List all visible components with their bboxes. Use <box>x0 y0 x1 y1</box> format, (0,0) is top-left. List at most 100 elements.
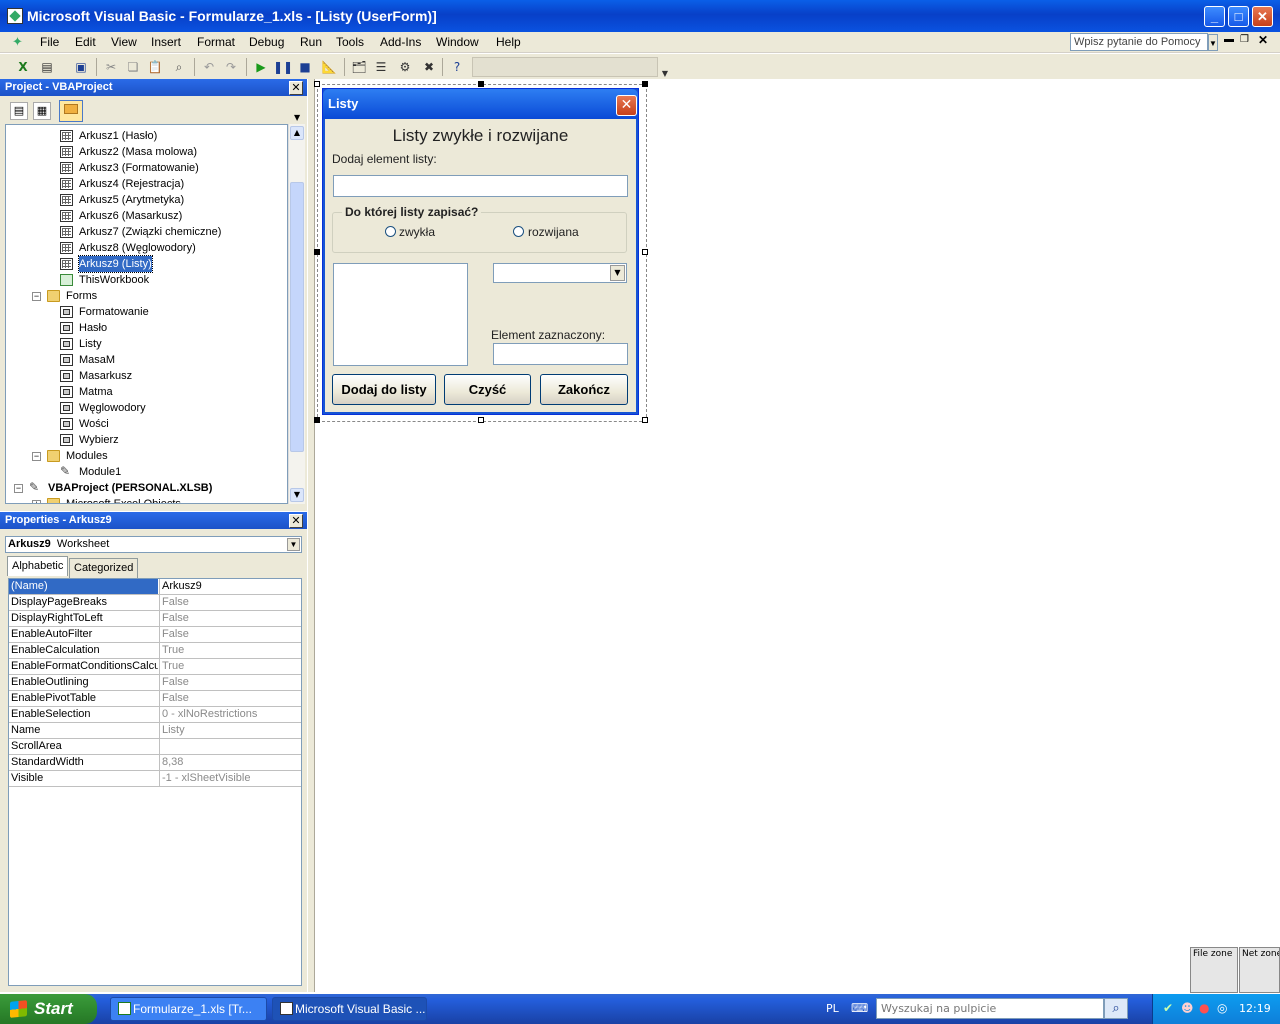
close-button[interactable]: ✕ <box>1252 6 1273 27</box>
scroll-up-icon[interactable]: ▲ <box>290 126 304 140</box>
minimize-button[interactable]: _ <box>1204 6 1225 27</box>
property-value[interactable]: Listy <box>159 723 301 738</box>
resize-handle-r[interactable] <box>642 249 648 255</box>
clear-button[interactable]: Czyść <box>444 374 531 405</box>
tree-item[interactable]: Wości <box>60 416 109 432</box>
tree-scrollbar[interactable]: ▲ ▼ <box>288 124 305 504</box>
resize-handle-bl[interactable] <box>314 417 320 423</box>
menu-insert[interactable]: Insert <box>151 35 181 49</box>
property-row[interactable]: Name Listy <box>9 723 301 739</box>
find-icon[interactable]: ⌕ <box>170 58 188 76</box>
menu-debug[interactable]: Debug <box>249 35 284 49</box>
element-input[interactable] <box>333 175 628 197</box>
userform-listy[interactable]: Listy ✕ Listy zwykłe i rozwijane Dodaj e… <box>322 88 639 415</box>
tree-item[interactable]: + Microsoft Excel Objects <box>32 496 181 503</box>
add-to-list-button[interactable]: Dodaj do listy <box>332 374 436 405</box>
vba-app-icon[interactable] <box>7 8 23 24</box>
property-value[interactable]: 0 - xlNoRestrictions <box>159 707 301 722</box>
project-toolbar-dropdown-icon[interactable]: ▼ <box>294 113 300 122</box>
combo-chevron-icon[interactable]: ▼ <box>610 265 625 281</box>
combobox[interactable]: ▼ <box>493 263 627 283</box>
help-icon[interactable]: ? <box>448 58 466 76</box>
tree-item[interactable]: Arkusz5 (Arytmetyka) <box>60 192 184 208</box>
task-excel[interactable]: Formularze_1.xls [Tr... <box>110 997 267 1021</box>
tree-item[interactable]: Masarkusz <box>60 368 132 384</box>
redo-icon[interactable]: ↷ <box>222 58 240 76</box>
property-value[interactable]: False <box>159 611 301 626</box>
tree-item[interactable]: − VBAProject (PERSONAL.XLSB) <box>14 479 212 496</box>
tray-antivirus-icon[interactable]: ☻ <box>1181 1001 1194 1015</box>
property-row[interactable]: ScrollArea <box>9 739 301 755</box>
selected-element-field[interactable] <box>493 343 628 365</box>
object-browser-icon[interactable]: ⚙ <box>396 58 414 76</box>
toggle-folders-icon[interactable] <box>59 100 83 122</box>
property-row[interactable]: EnablePivotTable False <box>9 691 301 707</box>
tree-item[interactable]: Arkusz4 (Rejestracja) <box>60 176 184 192</box>
view-code-icon[interactable]: ▤ <box>10 102 28 120</box>
menu-window[interactable]: Window <box>436 35 479 49</box>
run-icon[interactable]: ▶ <box>252 58 270 76</box>
tree-item[interactable]: − Modules <box>32 448 108 464</box>
finish-button[interactable]: Zakończ <box>540 374 628 405</box>
properties-close-icon[interactable]: ✕ <box>289 514 303 528</box>
search-icon[interactable]: ⌕ <box>1104 998 1128 1019</box>
excel-icon[interactable]: X <box>14 58 32 76</box>
resize-handle-b[interactable] <box>478 417 484 423</box>
menu-edit[interactable]: Edit <box>75 35 96 49</box>
property-row[interactable]: EnableCalculation True <box>9 643 301 659</box>
start-button[interactable]: Start <box>0 994 97 1024</box>
mdi-close-icon[interactable]: ✕ <box>1258 33 1268 47</box>
insert-userform-icon[interactable]: ▤ <box>38 58 56 76</box>
property-value[interactable]: False <box>159 691 301 706</box>
paste-icon[interactable]: 📋 <box>146 58 164 76</box>
property-value[interactable] <box>159 739 301 754</box>
collapse-icon[interactable]: − <box>32 451 41 461</box>
menu-add-ins[interactable]: Add-Ins <box>380 35 421 49</box>
object-selector[interactable]: Arkusz9 Worksheet ▼ <box>5 536 302 553</box>
undo-icon[interactable]: ↶ <box>200 58 218 76</box>
keyboard-icon[interactable]: ⌨ <box>851 1001 868 1015</box>
chevron-down-icon[interactable]: ▼ <box>287 538 300 551</box>
view-object-icon[interactable]: ▦ <box>33 102 51 120</box>
menu-view[interactable]: View <box>111 35 137 49</box>
tray-update-icon[interactable]: ✔ <box>1163 1001 1173 1015</box>
tray-network-icon[interactable]: ◎ <box>1217 1001 1227 1015</box>
tree-item[interactable]: MasaM <box>60 352 115 368</box>
reset-icon[interactable]: ■ <box>296 58 314 76</box>
tree-item[interactable]: Arkusz2 (Masa molowa) <box>60 144 197 160</box>
tree-item[interactable]: Arkusz9 (Listy) <box>60 255 153 273</box>
scroll-down-icon[interactable]: ▼ <box>290 488 304 502</box>
tab-alphabetic[interactable]: Alphabetic <box>7 556 69 576</box>
design-mode-icon[interactable]: 📐 <box>320 58 338 76</box>
properties-window-icon[interactable]: ☰ <box>372 58 390 76</box>
radio-rozwijana[interactable] <box>513 226 524 237</box>
menu-help[interactable]: Help <box>496 35 521 49</box>
tree-item[interactable]: Węglowodory <box>60 400 146 416</box>
tree-item[interactable]: Arkusz1 (Hasło) <box>60 128 157 144</box>
tree-item[interactable]: Arkusz8 (Węglowodory) <box>60 240 196 256</box>
property-row[interactable]: DisplayPageBreaks False <box>9 595 301 611</box>
property-row[interactable]: EnableOutlining False <box>9 675 301 691</box>
tree-item[interactable]: Matma <box>60 384 113 400</box>
file-zone-widget[interactable]: File zone <box>1190 947 1238 993</box>
tree-item[interactable]: Arkusz7 (Związki chemiczne) <box>60 224 221 240</box>
resize-handle-br[interactable] <box>642 417 648 423</box>
collapse-icon[interactable]: − <box>32 291 41 301</box>
scroll-thumb[interactable] <box>290 182 304 452</box>
property-row[interactable]: DisplayRightToLeft False <box>9 611 301 627</box>
menu-file[interactable]: File <box>40 35 59 49</box>
tree-item[interactable]: − Forms <box>32 288 97 304</box>
form-close-icon[interactable]: ✕ <box>616 95 637 116</box>
menu-tools[interactable]: Tools <box>336 35 364 49</box>
tree-item[interactable]: Hasło <box>60 320 107 336</box>
property-row[interactable]: (Name) Arkusz9 <box>9 579 301 595</box>
listbox[interactable] <box>333 263 468 366</box>
property-value[interactable]: -1 - xlSheetVisible <box>159 771 301 786</box>
cut-icon[interactable]: ✂ <box>102 58 120 76</box>
help-search-input[interactable]: Wpisz pytanie do Pomocy <box>1070 33 1208 51</box>
resize-handle-t[interactable] <box>478 81 484 87</box>
property-value[interactable]: Arkusz9 <box>159 579 301 594</box>
property-row[interactable]: StandardWidth 8,38 <box>9 755 301 771</box>
property-value[interactable]: False <box>159 675 301 690</box>
resize-handle-tl[interactable] <box>314 81 320 87</box>
